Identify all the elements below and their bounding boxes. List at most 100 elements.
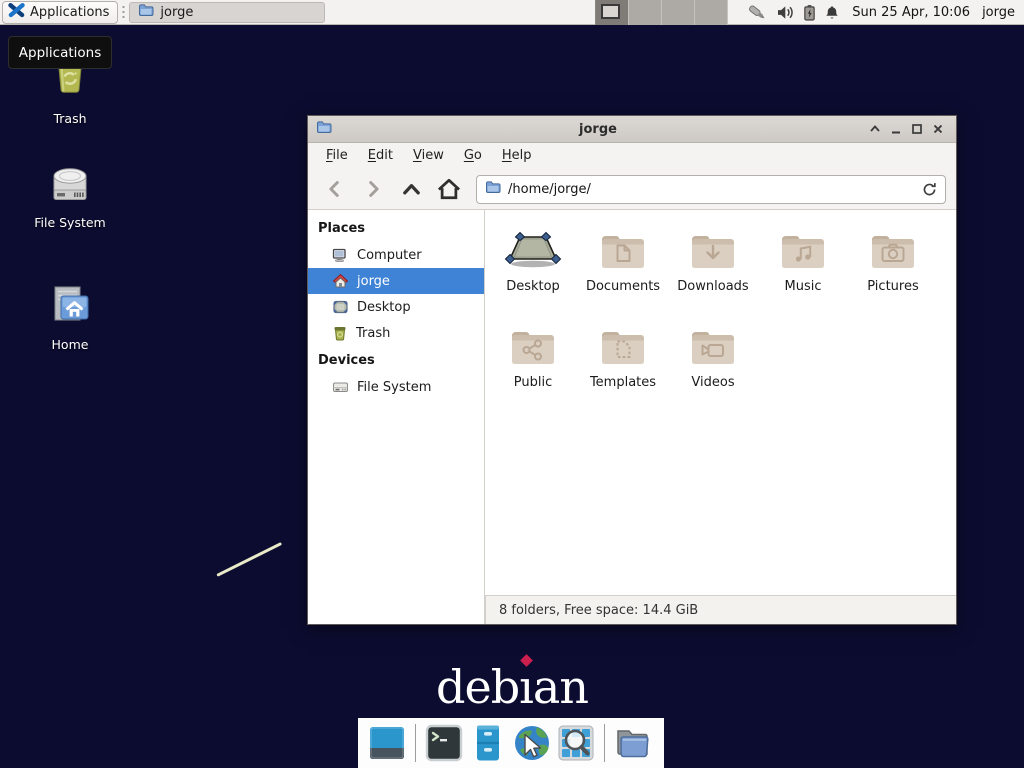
applications-tooltip: Applications: [8, 36, 112, 69]
file-view[interactable]: Desktop Documents Downloads Music Pictures Pu…: [486, 210, 956, 595]
sidebar-item-computer[interactable]: Computer: [308, 242, 484, 268]
desktop-icon-label: File System: [34, 215, 106, 230]
drive-small-icon: [332, 379, 349, 395]
file-pictures[interactable]: Pictures: [848, 214, 938, 310]
file-desktop[interactable]: Desktop: [488, 214, 578, 310]
file-label: Music: [785, 279, 822, 294]
file-label: Public: [514, 375, 552, 390]
window-body: PlacesComputerjorgeDesktopTrashDevicesFi…: [308, 210, 956, 624]
location-path: /home/jorge/: [508, 182, 915, 197]
desktop-icon: [332, 299, 349, 315]
menu-view[interactable]: View: [403, 143, 454, 169]
file-label: Desktop: [506, 279, 560, 294]
computer-icon: [332, 247, 349, 263]
workspace-3[interactable]: [662, 0, 695, 25]
dock-separator: [415, 724, 416, 762]
home-button[interactable]: [432, 174, 466, 204]
debian-wordmark: debıan: [0, 660, 1024, 714]
menu-file[interactable]: File: [316, 143, 358, 169]
folder-icon: [689, 322, 737, 368]
tooltip-text: Applications: [19, 45, 101, 61]
sidebar-item-label: File System: [357, 380, 431, 395]
workspace-1[interactable]: [596, 0, 629, 25]
folder-icon: [869, 226, 917, 272]
desktop-icon-home[interactable]: Home: [20, 281, 120, 352]
folder-icon: [689, 226, 737, 272]
status-text: 8 folders, Free space: 14.4 GiB: [499, 603, 698, 618]
stylus-icon[interactable]: [746, 3, 768, 22]
taskbar-window-button[interactable]: jorge: [129, 2, 325, 23]
folder-icon: [779, 226, 827, 272]
menu-bar: FileEditViewGoHelp: [308, 143, 956, 169]
folder-icon: [599, 226, 647, 272]
workspace-4[interactable]: [695, 0, 728, 25]
folder-icon: [599, 322, 647, 368]
file-public[interactable]: Public: [488, 310, 578, 406]
web-browser-icon[interactable]: [510, 721, 554, 765]
menu-edit[interactable]: Edit: [358, 143, 403, 169]
window-title: jorge: [332, 122, 864, 137]
bell-icon[interactable]: [824, 5, 840, 20]
sidebar-item-jorge[interactable]: jorge: [308, 268, 484, 294]
sidebar: PlacesComputerjorgeDesktopTrashDevicesFi…: [308, 210, 485, 624]
sidebar-item-trash[interactable]: Trash: [308, 320, 484, 346]
volume-icon[interactable]: [776, 5, 795, 20]
folder-icon: [138, 2, 154, 22]
location-bar[interactable]: /home/jorge/: [476, 175, 946, 204]
close-button[interactable]: [927, 119, 948, 140]
show-desktop-icon[interactable]: [365, 721, 409, 765]
sidebar-item-desktop[interactable]: Desktop: [308, 294, 484, 320]
folder-icon: [509, 322, 557, 368]
file-label: Templates: [590, 375, 656, 390]
file-templates[interactable]: Templates: [578, 310, 668, 406]
sidebar-item-label: Trash: [356, 326, 390, 341]
forward-button[interactable]: [356, 174, 390, 204]
applications-menu-button[interactable]: Applications: [2, 1, 118, 24]
file-label: Documents: [586, 279, 660, 294]
battery-icon[interactable]: [803, 4, 816, 21]
window-titlebar[interactable]: jorge: [308, 116, 956, 143]
terminal-icon[interactable]: [422, 721, 466, 765]
panel-user-label[interactable]: jorge: [982, 5, 1015, 20]
menu-help[interactable]: Help: [492, 143, 542, 169]
file-label: Videos: [691, 375, 734, 390]
reload-button[interactable]: [922, 182, 937, 197]
desktop-icon-file-system[interactable]: File System: [20, 163, 120, 230]
desk-icon: [504, 226, 562, 272]
back-button[interactable]: [318, 174, 352, 204]
toolbar: /home/jorge/: [308, 169, 956, 210]
file-documents[interactable]: Documents: [578, 214, 668, 310]
shade-button[interactable]: [864, 119, 885, 140]
panel-separator-handle[interactable]: [121, 4, 126, 20]
folder-dock-icon[interactable]: [611, 721, 655, 765]
file-downloads[interactable]: Downloads: [668, 214, 758, 310]
minimize-button[interactable]: [885, 119, 906, 140]
folder-icon: [485, 179, 501, 199]
menu-go[interactable]: Go: [454, 143, 492, 169]
maximize-button[interactable]: [906, 119, 927, 140]
desktop-icon-label: Home: [52, 337, 89, 352]
file-manager-window: jorge FileEditViewGoHelp /home/jorge: [307, 115, 957, 625]
home-house-icon: [332, 273, 349, 289]
workspace-pager[interactable]: [595, 0, 728, 25]
app-finder-icon[interactable]: [554, 721, 598, 765]
file-label: Downloads: [677, 279, 748, 294]
debian-diamond-dot: [520, 654, 533, 667]
file-cabinet-icon[interactable]: [466, 721, 510, 765]
workspace-2[interactable]: [629, 0, 662, 25]
file-music[interactable]: Music: [758, 214, 848, 310]
file-label: Pictures: [867, 279, 918, 294]
bottom-dock: [358, 718, 664, 768]
sidebar-item-label: Computer: [357, 248, 422, 263]
system-tray: [742, 3, 844, 22]
file-videos[interactable]: Videos: [668, 310, 758, 406]
panel-right-area: Sun 25 Apr, 10:06 jorge: [595, 0, 1024, 25]
sidebar-item-label: Desktop: [357, 300, 411, 315]
workspace-window-preview: [601, 4, 620, 19]
up-button[interactable]: [394, 174, 428, 204]
status-bar: 8 folders, Free space: 14.4 GiB: [485, 595, 956, 624]
top-panel: Applications jorge Sun 25 Apr, 10:06 jor…: [0, 0, 1024, 25]
panel-clock[interactable]: Sun 25 Apr, 10:06: [852, 5, 970, 20]
sidebar-header-devices: Devices: [308, 346, 484, 374]
sidebar-item-file-system[interactable]: File System: [308, 374, 484, 400]
